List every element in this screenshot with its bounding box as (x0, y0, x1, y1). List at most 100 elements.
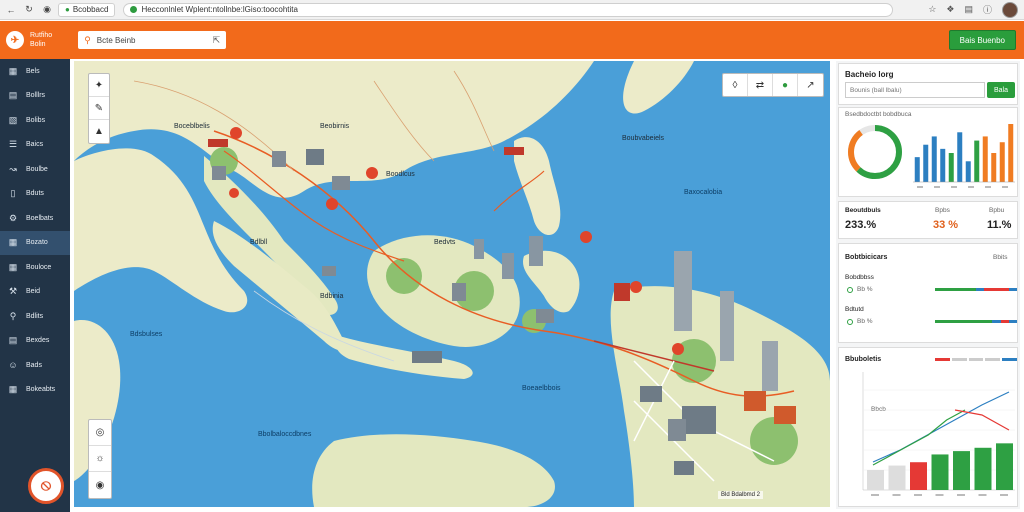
metric-row-value: Bb % (857, 318, 873, 325)
sidebar-item[interactable]: ☺ Bads (0, 353, 70, 378)
bar-tick-label (968, 186, 974, 188)
stat-header-2: Bpbu (989, 207, 1005, 214)
search-input[interactable]: ⚲ Bcte Beinb ⇱ (78, 31, 227, 49)
overview-chart-card: Bsedbdoctbt bobdbuca (838, 107, 1018, 197)
sidebar-item-label: Bokeabts (26, 386, 56, 394)
reset-view-icon[interactable]: ◉ (89, 472, 111, 498)
sidebar-item[interactable]: ▧ Bolibs (0, 108, 70, 133)
metric-progress-bar (935, 288, 1017, 291)
map-label: Beobirnis (320, 123, 350, 130)
back-icon[interactable]: ← (4, 3, 18, 17)
trend-bar (996, 443, 1013, 490)
filter-submit-button[interactable]: Bala (987, 82, 1015, 98)
map-label: Bdsbulses (130, 331, 163, 338)
sidebar-item[interactable]: ▦ Bels (0, 59, 70, 84)
zoom-out-icon[interactable]: ☼ (89, 446, 111, 472)
app-header: ✈ Rutfiho Bolin ⚲ Bcte Beinb ⇱ Bais Buen… (0, 21, 1024, 59)
sidebar-item[interactable]: ⚒ Beid (0, 280, 70, 305)
map-canvas[interactable]: ✦ ✎ ▲ ◊ ⇄ ● ↗ ◎ ☼ ◉ Boceblbelis Beobirni… (74, 61, 830, 507)
trend-card: Bbuboletis Bbcb (838, 347, 1018, 507)
land-south (312, 434, 555, 507)
metric-row: Bb % (847, 286, 873, 293)
trend-tick-label (892, 494, 901, 496)
trend-title: Bbuboletis (845, 356, 882, 363)
calendar-icon: ▦ (8, 384, 18, 395)
stat-value-1: 33 % (933, 219, 959, 231)
sidebar-item[interactable]: ⚙ Boelbats (0, 206, 70, 231)
map-label: Boceblbelis (174, 123, 210, 130)
expand-icon[interactable]: ⇱ (213, 35, 221, 46)
trend-tick-label (871, 494, 879, 496)
nature-layer-icon[interactable]: ● (773, 74, 798, 96)
sidebar-item[interactable]: ▦ Bokeabts (0, 378, 70, 403)
sidebar-item[interactable]: ⚲ Bdlits (0, 304, 70, 329)
home-icon[interactable]: ◉ (40, 3, 54, 17)
land-borneo (367, 235, 520, 347)
sidebar-item[interactable]: ↝ Boulbe (0, 157, 70, 182)
browser-tab[interactable]: ● Bcobbacd (58, 2, 116, 17)
stat-value-0: 233.% (845, 219, 877, 231)
tab-favicon: ● (65, 5, 70, 14)
app-subtitle: Bolin (30, 41, 46, 48)
zoom-in-icon[interactable]: ◎ (89, 420, 111, 446)
bar-mark (914, 157, 920, 182)
trend-tick-label (935, 494, 944, 496)
compass-icon[interactable]: ◊ (723, 74, 748, 96)
trend-legend-bar (935, 358, 1017, 361)
filter-card-title: Bacheio lorg (845, 70, 894, 79)
draw-icon[interactable]: ✎ (89, 97, 109, 120)
search-icon: ⚲ (84, 34, 91, 45)
sidebar-item[interactable]: ▤ Bexdes (0, 329, 70, 354)
info-icon[interactable]: ⓘ (983, 3, 992, 16)
bar-mark (923, 144, 929, 182)
route-icon[interactable]: ⇄ (748, 74, 773, 96)
table-icon: ▤ (8, 335, 18, 346)
sidebar-item-label: Bels (26, 67, 40, 75)
save-icon[interactable]: ▤ (964, 4, 973, 15)
briefcase-icon: ▧ (8, 114, 18, 125)
map-label: Bbolbaloccdbnes (258, 431, 312, 438)
trend-bar (867, 470, 884, 490)
reload-icon[interactable]: ↻ (22, 3, 36, 17)
bar-mark (957, 132, 963, 182)
bar-mark (991, 153, 997, 182)
extension-icon[interactable]: ❖ (946, 4, 954, 15)
map-label: Boeaelbbois (522, 385, 561, 392)
metrics-title: Bobtbicicars (845, 254, 888, 261)
overview-subtitle: Bsedbdoctbt bobdbuca (845, 111, 912, 118)
layers-icon[interactable]: ▲ (89, 120, 109, 143)
fullscreen-icon[interactable]: ↗ (798, 74, 823, 96)
app-logo-icon: ✈ (6, 31, 24, 49)
header-action-button[interactable]: Bais Buenbo (948, 30, 1016, 50)
sidebar-item-label: Bolibs (26, 116, 46, 124)
no-entry-icon[interactable]: ⦸ (28, 468, 64, 504)
app-name: Rutfiho (30, 32, 53, 39)
trend-tick-label (1000, 494, 1008, 496)
map-scale-bar: Bld Bdalbmd 2 (718, 491, 764, 499)
filter-input[interactable] (845, 82, 985, 98)
locate-icon[interactable]: ✦ (89, 74, 109, 97)
list-icon: ☰ (8, 139, 18, 150)
sidebar: ▦ Bels ▤ Bolllrs ▧ Bolibs ☰ Baics ↝ Boulbe ▯ Bduts ⚙… (0, 59, 70, 512)
map-view-tools: ◊ ⇄ ● ↗ (722, 73, 824, 97)
sidebar-item[interactable]: ▦ Bouloce (0, 255, 70, 280)
url-bar[interactable]: Hecconlnlet Wplent:ntollnbe:lGiso:toocoh… (123, 2, 894, 17)
sidebar-item[interactable]: ▤ Bolllrs (0, 84, 70, 109)
donut-chart (848, 125, 902, 179)
sidebar-item-label: Bads (26, 361, 42, 369)
sidebar-item[interactable]: ▦ Bozato (0, 230, 70, 255)
grid-icon: ▦ (8, 261, 18, 272)
sidebar-item-label: Bozato (26, 239, 48, 247)
trend-bar (953, 451, 970, 490)
bookmark-star-icon[interactable]: ☆ (928, 4, 936, 15)
sidebar-item[interactable]: ▯ Bduts (0, 182, 70, 207)
trend-tick-label (957, 494, 965, 496)
profile-avatar[interactable] (1002, 1, 1018, 18)
person-icon: ☺ (8, 360, 18, 371)
sidebar-item-label: Bdlits (26, 312, 44, 320)
sidebar-item-label: Bexdes (26, 337, 50, 345)
trend-tick-label (914, 494, 922, 496)
sidebar-item[interactable]: ☰ Baics (0, 133, 70, 158)
metric-row-label: Bdtutd (845, 306, 864, 313)
sidebar-item-label: Baics (26, 141, 44, 149)
